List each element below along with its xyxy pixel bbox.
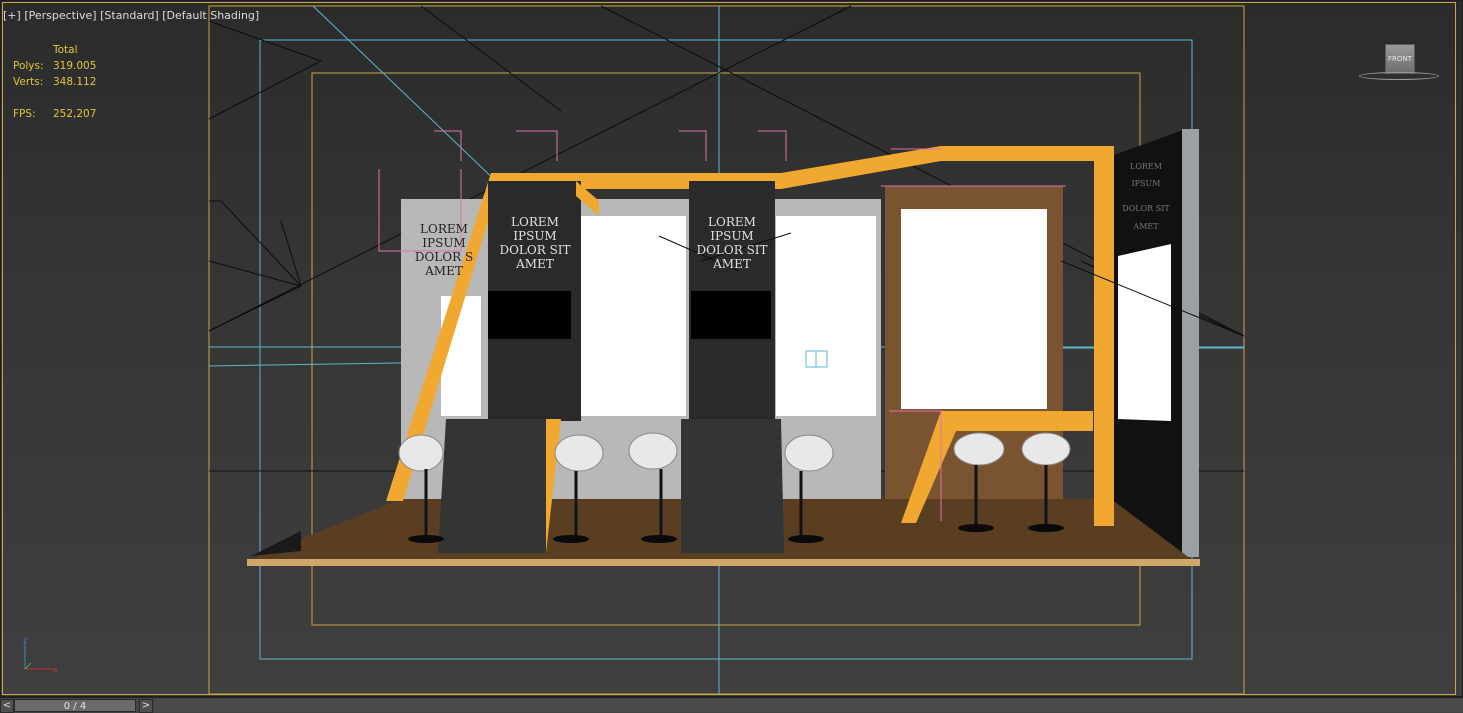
column-1-screen <box>488 291 571 339</box>
viewcube[interactable]: FRONT <box>1359 41 1439 85</box>
column-2-screen <box>691 291 771 339</box>
verts-value: 348.112 <box>53 76 97 88</box>
fps-label: FPS: <box>13 108 36 120</box>
floor-edge <box>247 559 1200 566</box>
right-wall-screen <box>1118 244 1171 421</box>
verts-label: Verts: <box>13 76 44 88</box>
viewport-statistics: Total Polys: 319.005 Verts: 348.112 FPS:… <box>13 42 96 122</box>
viewport-shading-menu[interactable]: [Default Shading] <box>162 9 259 22</box>
back-panel-white-2 <box>776 216 876 416</box>
time-slider-bar: < 0 / 4 > <box>0 697 1463 713</box>
right-wall-sign-line-4: AMET <box>1132 222 1159 231</box>
column1-sign-line-2: IPSUM <box>513 229 556 243</box>
viewcube-compass-ring[interactable] <box>1359 72 1439 80</box>
previous-frame-button[interactable]: < <box>0 699 14 713</box>
svg-text:z: z <box>23 636 27 645</box>
scene-render[interactable]: LOREM IPSUM DOLOR S AMET LOREM IPSUM DOL… <box>1 1 1463 698</box>
right-wall-edge <box>1182 129 1199 557</box>
viewcube-front-face[interactable]: FRONT <box>1385 44 1415 74</box>
next-frame-button[interactable]: > <box>139 699 153 713</box>
right-wall-sign-line-1: LOREM <box>1130 162 1162 171</box>
column2-sign-line-1: LOREM <box>708 215 756 229</box>
column1-sign-line-3: DOLOR SIT <box>499 243 570 257</box>
left-wall-sign-line-1: LOREM <box>420 222 468 236</box>
viewport-plus-menu[interactable]: [+] <box>3 9 21 22</box>
wood-panel-screen <box>901 209 1047 409</box>
right-wall-sign-line-2: IPSUM <box>1132 179 1161 188</box>
fps-value: 252,207 <box>53 108 97 120</box>
time-slider-track[interactable] <box>154 699 1463 712</box>
column2-sign-line-2: IPSUM <box>710 229 753 243</box>
right-wall-sign-line-3: DOLOR SIT <box>1122 204 1170 213</box>
back-panel-white-1 <box>571 216 686 416</box>
column2-sign-line-4: AMET <box>712 257 751 271</box>
column1-sign-line-4: AMET <box>515 257 554 271</box>
stats-header: Total <box>53 44 78 56</box>
polys-value: 319.005 <box>53 60 97 72</box>
left-wall-sign-line-4: AMET <box>424 264 463 278</box>
counter-1 <box>438 419 546 553</box>
axis-tripod-icon: z x <box>23 636 58 674</box>
left-wall-sign-line-3: DOLOR S <box>415 250 473 264</box>
counter-2 <box>681 419 784 553</box>
viewport-label-menu: [+] [Perspective] [Standard] [Default Sh… <box>3 9 259 22</box>
svg-text:x: x <box>53 665 58 674</box>
column2-sign-line-3: DOLOR SIT <box>696 243 767 257</box>
perspective-viewport[interactable]: LOREM IPSUM DOLOR S AMET LOREM IPSUM DOL… <box>0 0 1463 697</box>
column1-sign-line-1: LOREM <box>511 215 559 229</box>
viewport-standard-menu[interactable]: [Standard] <box>100 9 159 22</box>
polys-label: Polys: <box>13 60 44 72</box>
time-slider[interactable]: 0 / 4 <box>14 699 136 712</box>
left-wall-sign-line-2: IPSUM <box>422 236 465 250</box>
viewport-point-of-view-menu[interactable]: [Perspective] <box>24 9 96 22</box>
